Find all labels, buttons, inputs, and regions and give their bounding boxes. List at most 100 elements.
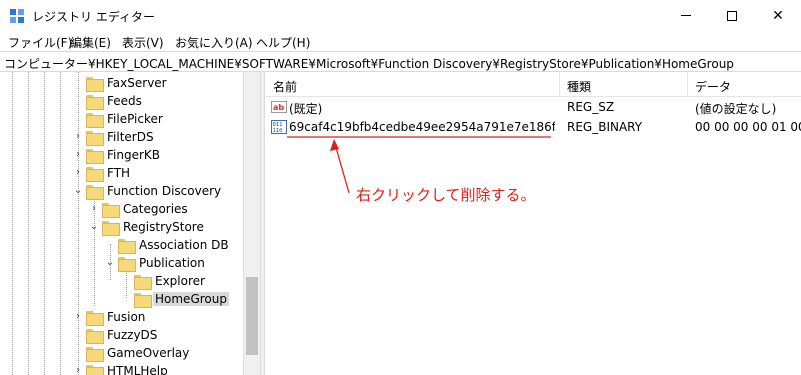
column-name-header[interactable]: 名前 bbox=[273, 78, 297, 95]
tree-item-label: FilePicker bbox=[107, 112, 163, 126]
close-button[interactable]: ✕ bbox=[755, 0, 801, 31]
tree-item-publication[interactable]: Publication bbox=[118, 254, 207, 272]
value-data: (値の設定なし) bbox=[695, 102, 777, 116]
tree-item-faxserver[interactable]: FaxServer bbox=[86, 74, 169, 92]
address-bar[interactable]: コンピューター¥HKEY_LOCAL_MACHINE¥SOFTWARE¥Micr… bbox=[0, 51, 801, 72]
tree-item-label: HomeGroup bbox=[153, 292, 229, 306]
column-type-header[interactable]: 種類 bbox=[567, 78, 591, 95]
tree-guide-line bbox=[78, 72, 79, 375]
chevron-right-icon[interactable]: › bbox=[73, 365, 83, 375]
tree-item-feeds[interactable]: Feeds bbox=[86, 92, 144, 110]
menu-file[interactable]: ファイル(F) bbox=[8, 34, 72, 51]
tree-item-filterds[interactable]: FilterDS bbox=[86, 128, 156, 146]
menu-edit[interactable]: 編集(E) bbox=[70, 34, 111, 51]
tree-item-fingerkb[interactable]: FingerKB bbox=[86, 146, 162, 164]
folder-icon bbox=[86, 328, 104, 344]
folder-icon bbox=[86, 148, 104, 164]
folder-icon bbox=[118, 256, 136, 272]
tree-item-function-discovery[interactable]: Function Discovery bbox=[86, 182, 223, 200]
tree-guide-line bbox=[94, 198, 95, 306]
list-header: 名前 種類 データ bbox=[265, 72, 801, 97]
tree-item-label: FuzzyDS bbox=[107, 328, 158, 342]
tree-item-fusion[interactable]: Fusion bbox=[86, 308, 147, 326]
column-divider[interactable] bbox=[687, 72, 688, 97]
registry-editor-icon bbox=[10, 9, 24, 23]
column-data-header[interactable]: データ bbox=[695, 78, 731, 95]
value-name: 69caf4c19bfb4cedbe49ee2954a791e7e186f189… bbox=[289, 120, 555, 134]
chevron-right-icon[interactable]: › bbox=[73, 311, 83, 322]
tree-item-fuzzyds[interactable]: FuzzyDS bbox=[86, 326, 159, 344]
chevron-right-icon[interactable]: › bbox=[73, 167, 83, 178]
tree-item-registrystore[interactable]: RegistryStore bbox=[102, 218, 206, 236]
tree-item-association-db[interactable]: Association DB bbox=[118, 236, 231, 254]
value-type: REG_BINARY bbox=[567, 120, 643, 134]
scrollbar-thumb[interactable] bbox=[246, 277, 258, 355]
folder-icon bbox=[118, 238, 136, 254]
folder-icon bbox=[86, 364, 104, 375]
tree-item-filepicker[interactable]: FilePicker bbox=[86, 110, 165, 128]
folder-icon bbox=[86, 310, 104, 326]
maximize-button[interactable] bbox=[709, 0, 755, 31]
chevron-right-icon[interactable]: › bbox=[89, 203, 99, 214]
menu-bar: ファイル(F) 編集(E) 表示(V) お気に入り(A) ヘルプ(H) bbox=[0, 31, 801, 51]
tree-item-label: FaxServer bbox=[107, 76, 167, 90]
tree-guide-line bbox=[60, 72, 61, 375]
value-type: REG_SZ bbox=[567, 100, 615, 114]
close-icon: ✕ bbox=[772, 7, 784, 24]
tree-item-label: Feeds bbox=[107, 94, 142, 108]
folder-icon bbox=[134, 292, 152, 308]
chevron-right-icon[interactable]: › bbox=[73, 131, 83, 142]
svg-text:ab: ab bbox=[273, 103, 284, 112]
chevron-right-icon[interactable]: › bbox=[73, 149, 83, 160]
tree-item-label: FTH bbox=[107, 166, 131, 180]
tree-item-categories[interactable]: Categories bbox=[102, 200, 190, 218]
folder-icon bbox=[102, 220, 120, 236]
folder-icon bbox=[86, 166, 104, 182]
tree-item-fth[interactable]: FTH bbox=[86, 164, 132, 182]
tree-item-label: Explorer bbox=[155, 274, 205, 288]
window-title: レジストリ エディター bbox=[32, 10, 155, 24]
folder-icon bbox=[86, 184, 104, 200]
key-tree: FaxServer Feeds FilePicker › FilterDS › … bbox=[0, 72, 260, 375]
menu-help[interactable]: ヘルプ(H) bbox=[256, 34, 310, 51]
chevron-down-icon[interactable]: ⌄ bbox=[89, 221, 99, 232]
address-path[interactable]: コンピューター¥HKEY_LOCAL_MACHINE¥SOFTWARE¥Micr… bbox=[4, 55, 734, 72]
folder-icon bbox=[86, 94, 104, 110]
chevron-down-icon[interactable]: ⌄ bbox=[105, 257, 115, 268]
tree-item-label: HTMLHelp bbox=[107, 364, 168, 375]
menu-favorites[interactable]: お気に入り(A) bbox=[175, 34, 253, 51]
tree-item-gameoverlay[interactable]: GameOverlay bbox=[86, 344, 191, 362]
list-row[interactable]: 011 110 69caf4c19bfb4cedbe49ee2954a791e7… bbox=[265, 117, 801, 137]
tree-item-label: GameOverlay bbox=[107, 346, 190, 360]
tree-scrollbar[interactable] bbox=[243, 72, 260, 375]
minimize-icon bbox=[681, 15, 691, 16]
tree-item-label: RegistryStore bbox=[123, 220, 204, 234]
folder-icon bbox=[134, 274, 152, 290]
tree-item-homegroup[interactable]: HomeGroup bbox=[134, 290, 229, 308]
tree-item-label: FingerKB bbox=[107, 148, 161, 162]
folder-icon bbox=[86, 130, 104, 146]
tree-guide-line bbox=[12, 72, 13, 375]
title-bar: レジストリ エディター ✕ bbox=[0, 0, 801, 31]
tree-item-label: Fusion bbox=[107, 310, 146, 324]
chevron-down-icon[interactable]: ⌄ bbox=[73, 185, 83, 196]
list-row[interactable]: ab (既定) REG_SZ (値の設定なし) bbox=[265, 97, 801, 117]
tree-guide-line bbox=[126, 270, 127, 298]
tree-item-explorer[interactable]: Explorer bbox=[134, 272, 207, 290]
maximize-icon bbox=[727, 10, 737, 21]
tree-item-label: Association DB bbox=[139, 238, 229, 252]
value-list: 名前 種類 データ ab (既定) REG_SZ (値の設定なし) 011 11… bbox=[265, 72, 801, 375]
tree-guide-line bbox=[28, 72, 29, 375]
menu-view[interactable]: 表示(V) bbox=[122, 34, 164, 51]
tree-item-htmlhelp[interactable]: HTMLHelp bbox=[86, 362, 170, 375]
svg-text:110: 110 bbox=[273, 128, 283, 134]
column-divider[interactable] bbox=[559, 72, 560, 97]
tree-item-label: Publication bbox=[139, 256, 205, 270]
string-value-icon: ab bbox=[271, 101, 287, 113]
minimize-button[interactable] bbox=[663, 0, 709, 31]
value-name: (既定) bbox=[289, 102, 323, 116]
tree-item-label: Categories bbox=[123, 202, 188, 216]
folder-icon bbox=[102, 202, 120, 218]
tree-item-label: FilterDS bbox=[107, 130, 154, 144]
value-data: 00 00 00 00 01 00 00 bbox=[695, 120, 801, 134]
